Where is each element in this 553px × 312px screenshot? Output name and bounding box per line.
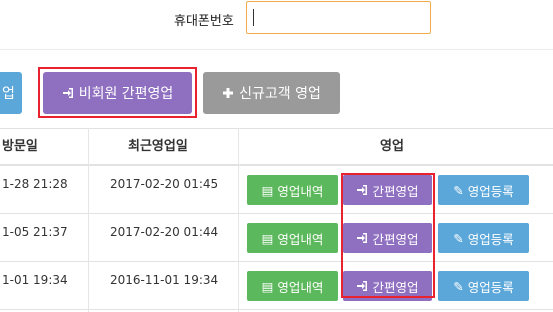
sales-history-label: 영업내역	[277, 279, 324, 295]
sales-register-button[interactable]: ✎ 영업등록	[438, 271, 529, 301]
recent-sales-date: 2017-02-20 01:45	[110, 177, 219, 191]
sales-history-button[interactable]: ▤ 영업내역	[247, 223, 338, 253]
divider	[0, 49, 553, 50]
header-sales: 영업	[380, 139, 404, 154]
header-recent-sales: 최근영업일	[128, 139, 188, 154]
new-customer-sales-button[interactable]: 신규고객 영업	[203, 72, 340, 114]
text-caret	[253, 9, 254, 26]
header-visit: 방문일	[2, 139, 38, 154]
new-customer-sales-label: 신규고객 영업	[239, 86, 321, 102]
sales-history-button[interactable]: ▤ 영업내역	[247, 271, 338, 301]
list-icon: ▤	[261, 182, 274, 198]
list-icon: ▤	[261, 278, 274, 294]
phone-input[interactable]	[246, 1, 431, 34]
list-icon: ▤	[261, 230, 274, 246]
table-row: 1-28 21:28 2017-02-20 01:45 ▤ 영업내역 간편영업 …	[0, 166, 553, 214]
table-row: 1-05 21:37 2017-02-20 01:44 ▤ 영업내역 간편영업 …	[0, 214, 553, 262]
phone-label: 휴대폰번호	[174, 14, 234, 29]
pencil-icon: ✎	[453, 182, 464, 198]
phone-search-row: 휴대폰번호	[0, 0, 553, 50]
sales-history-label: 영업내역	[277, 183, 324, 199]
highlight-box-quick-sales-column	[341, 173, 435, 298]
sales-history-button[interactable]: ▤ 영업내역	[247, 175, 338, 205]
sales-register-label: 영업등록	[467, 183, 514, 199]
pencil-icon: ✎	[453, 230, 464, 246]
visit-date: 1-05 21:37	[2, 225, 68, 239]
highlight-box-nonmember	[38, 67, 197, 118]
sales-register-label: 영업등록	[467, 231, 514, 247]
table-header: 방문일 최근영업일 영업	[0, 128, 553, 166]
recent-sales-date: 2017-02-20 01:44	[110, 225, 219, 239]
pencil-icon: ✎	[453, 278, 464, 294]
sales-register-button[interactable]: ✎ 영업등록	[438, 223, 529, 253]
sales-history-label: 영업내역	[277, 231, 324, 247]
sales-register-label: 영업등록	[467, 279, 514, 295]
table-row: 1-01 19:34 2016-11-01 19:34 ▤ 영업내역 간편영업 …	[0, 262, 553, 310]
sales-register-button[interactable]: ✎ 영업등록	[438, 175, 529, 205]
visit-date: 1-01 19:34	[2, 273, 68, 287]
plus-icon	[222, 87, 234, 99]
visit-date: 1-28 21:28	[2, 177, 68, 191]
sales-button-label: 업	[2, 86, 15, 102]
sales-button-cut[interactable]: 업	[0, 72, 22, 114]
recent-sales-date: 2016-11-01 19:34	[110, 273, 219, 287]
